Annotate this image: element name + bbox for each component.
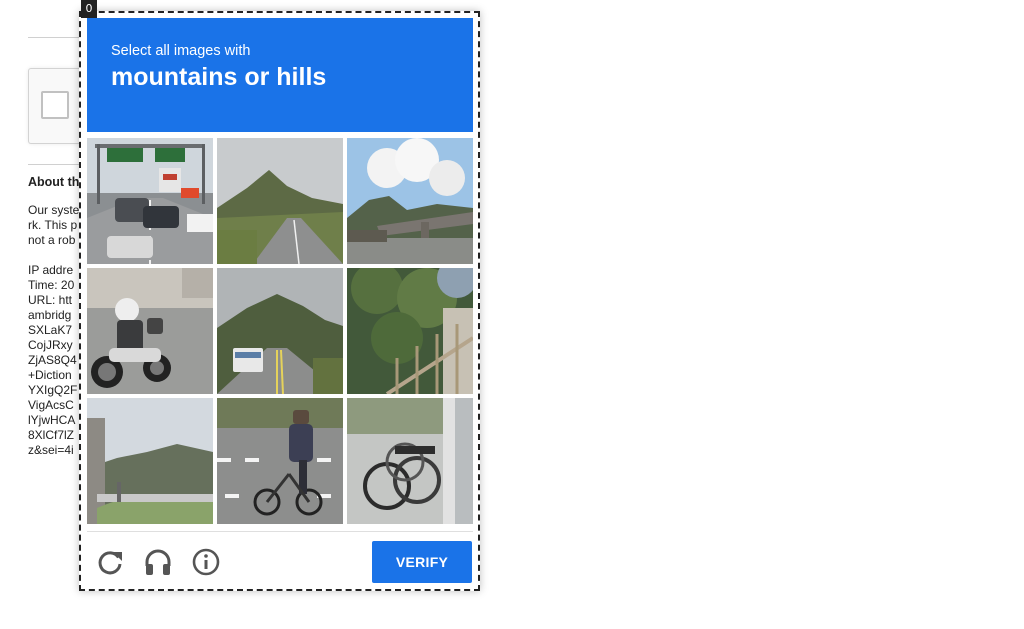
background-text-line: rk. This p	[28, 218, 78, 232]
reload-icon[interactable]	[94, 546, 126, 578]
background-text-line: CojJRxy	[28, 338, 73, 352]
background-text-line: Time: 20	[28, 278, 75, 292]
info-icon[interactable]	[190, 546, 222, 578]
background-text-line: ambridg	[28, 308, 72, 322]
tile-2-image	[217, 138, 343, 264]
background-text-line: SXLaK7	[28, 323, 73, 337]
tile-7-image	[87, 398, 213, 524]
background-text-line: ZjAS8Q4	[28, 353, 77, 367]
recaptcha-checkbox[interactable]	[41, 91, 69, 119]
tab-index-badge: 0	[81, 0, 97, 18]
background-text-line: z&sei=4i	[28, 443, 74, 457]
background-text-line: VigAcsC	[28, 398, 74, 412]
image-tile-3[interactable]	[347, 138, 473, 264]
tile-1-image	[87, 138, 213, 264]
tile-8-image	[217, 398, 343, 524]
background-text-line: not a rob	[28, 233, 76, 247]
image-tile-5[interactable]	[217, 268, 343, 394]
audio-headphones-icon[interactable]	[142, 546, 174, 578]
challenge-header: Select all images with mountains or hill…	[87, 18, 473, 132]
image-tile-1[interactable]	[87, 138, 213, 264]
image-tile-4[interactable]	[87, 268, 213, 394]
challenge-prompt: Select all images with	[111, 43, 251, 59]
background-text-line: lYjwHCA	[28, 413, 76, 427]
tile-4-image	[87, 268, 213, 394]
tile-6-image	[347, 268, 473, 394]
image-tile-7[interactable]	[87, 398, 213, 524]
tile-9-image	[347, 398, 473, 524]
image-tile-9[interactable]	[347, 398, 473, 524]
background-text-line: +Diction	[28, 368, 72, 382]
verify-button[interactable]: VERIFY	[372, 541, 472, 583]
challenge-target: mountains or hills	[111, 63, 327, 91]
footer-divider	[87, 531, 473, 532]
image-tile-2[interactable]	[217, 138, 343, 264]
background-text-line: URL: htt	[28, 293, 73, 307]
background-info-text: Our syste rk. This p not a rob IP addre Time…	[28, 203, 86, 463]
image-tile-8[interactable]	[217, 398, 343, 524]
background-text-line: Our syste	[28, 203, 80, 217]
tile-5-image	[217, 268, 343, 394]
background-text-line: IP addre	[28, 263, 74, 277]
about-heading: About th	[28, 175, 80, 189]
background-text-line: 8XlCf7lZ	[28, 428, 75, 442]
tile-3-image	[347, 138, 473, 264]
image-tile-6[interactable]	[347, 268, 473, 394]
background-text-line	[28, 248, 86, 263]
background-text-line: YXIgQ2F	[28, 383, 78, 397]
